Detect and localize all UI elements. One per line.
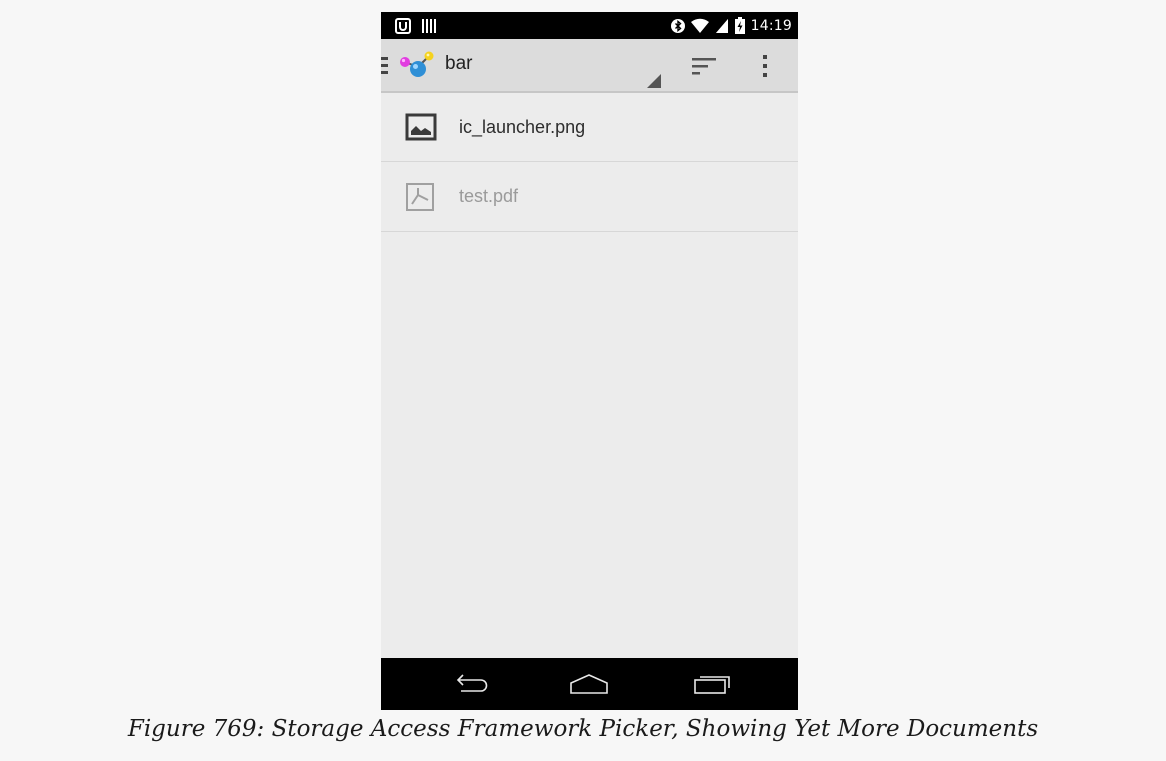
- list-item[interactable]: ic_launcher.png: [381, 93, 798, 162]
- action-bar: bar: [381, 39, 798, 93]
- sort-icon[interactable]: [690, 55, 718, 77]
- signal-icon: [715, 18, 729, 34]
- status-bar: 14:19: [381, 12, 798, 39]
- back-icon[interactable]: [451, 672, 491, 696]
- pdf-file-icon: [405, 183, 437, 211]
- figure-caption: Figure 769: Storage Access Framework Pic…: [127, 716, 1039, 742]
- recents-icon[interactable]: [691, 672, 733, 696]
- image-file-icon: [405, 113, 437, 141]
- wifi-icon: [690, 18, 709, 34]
- spinner-arrow-icon[interactable]: [647, 74, 661, 88]
- action-bar-title[interactable]: bar: [445, 53, 472, 75]
- navigation-bar: [381, 658, 798, 710]
- phone-screen: 14:19 bar ic_launcher.png test.pdf: [381, 12, 798, 710]
- overflow-menu-icon[interactable]: [759, 53, 771, 79]
- list-item[interactable]: test.pdf: [381, 162, 798, 232]
- notification-icon: [395, 17, 411, 34]
- barcode-icon: [421, 18, 437, 34]
- file-name: test.pdf: [459, 186, 519, 206]
- drawer-icon[interactable]: [381, 53, 391, 77]
- home-icon[interactable]: [566, 672, 612, 696]
- file-name: ic_launcher.png: [459, 117, 586, 137]
- status-time: 14:19: [750, 17, 792, 34]
- app-logo-icon[interactable]: [398, 50, 436, 80]
- bluetooth-icon: [670, 18, 685, 34]
- file-list: ic_launcher.png test.pdf: [381, 93, 798, 232]
- battery-charging-icon: [734, 17, 745, 34]
